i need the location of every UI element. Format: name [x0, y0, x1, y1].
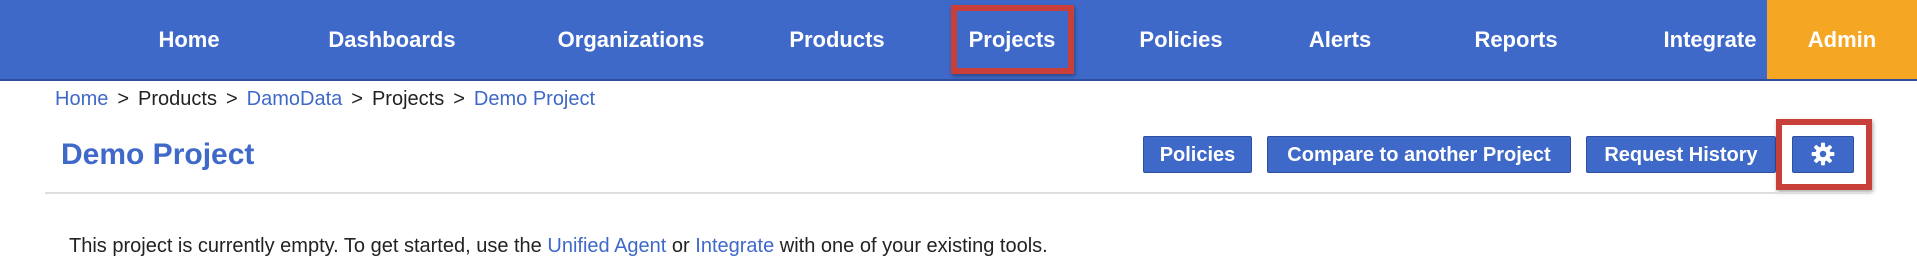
breadcrumb-separator: >	[225, 88, 238, 110]
nav-item-projects[interactable]: Projects	[969, 0, 1056, 79]
breadcrumb-damodata[interactable]: DamoData	[247, 88, 343, 110]
nav-item-products[interactable]: Products	[789, 0, 884, 79]
gear-icon	[1811, 142, 1835, 166]
breadcrumb-home[interactable]: Home	[55, 88, 108, 110]
breadcrumb-projects: Projects	[371, 88, 445, 110]
nav-item-organizations[interactable]: Organizations	[558, 0, 705, 79]
breadcrumb: Home > Products > DamoData > Projects > Demo Pro…	[55, 88, 595, 111]
compare-project-button[interactable]: Compare to another Project	[1267, 136, 1571, 173]
top-navigation-bar: Home Dashboards Organizations Products P…	[0, 0, 1917, 81]
breadcrumb-products: Products	[138, 88, 217, 110]
nav-item-home[interactable]: Home	[158, 0, 219, 79]
integrate-link[interactable]: Integrate	[695, 235, 774, 257]
nav-item-policies[interactable]: Policies	[1139, 0, 1222, 79]
breadcrumb-separator: >	[453, 88, 465, 110]
unified-agent-link[interactable]: Unified Agent	[547, 235, 666, 257]
breadcrumb-separator: >	[351, 88, 363, 110]
nav-item-dashboards[interactable]: Dashboards	[328, 0, 455, 79]
message-middle: or	[671, 235, 690, 257]
breadcrumb-separator: >	[117, 88, 130, 110]
message-suffix: with one of your existing tools.	[779, 235, 1048, 257]
nav-item-alerts[interactable]: Alerts	[1309, 0, 1371, 79]
policies-button[interactable]: Policies	[1143, 136, 1252, 173]
settings-button[interactable]	[1792, 136, 1854, 173]
nav-item-reports[interactable]: Reports	[1474, 0, 1557, 79]
request-history-button[interactable]: Request History	[1586, 136, 1776, 173]
breadcrumb-demo-project[interactable]: Demo Project	[474, 88, 595, 110]
empty-project-message: This project is currently empty. To get …	[69, 235, 1048, 258]
page-title: Demo Project	[61, 138, 255, 171]
nav-item-integrate[interactable]: Integrate	[1664, 0, 1757, 79]
header-divider	[45, 192, 1870, 194]
nav-item-admin[interactable]: Admin	[1767, 0, 1917, 79]
message-prefix: This project is currently empty. To get …	[69, 235, 542, 257]
